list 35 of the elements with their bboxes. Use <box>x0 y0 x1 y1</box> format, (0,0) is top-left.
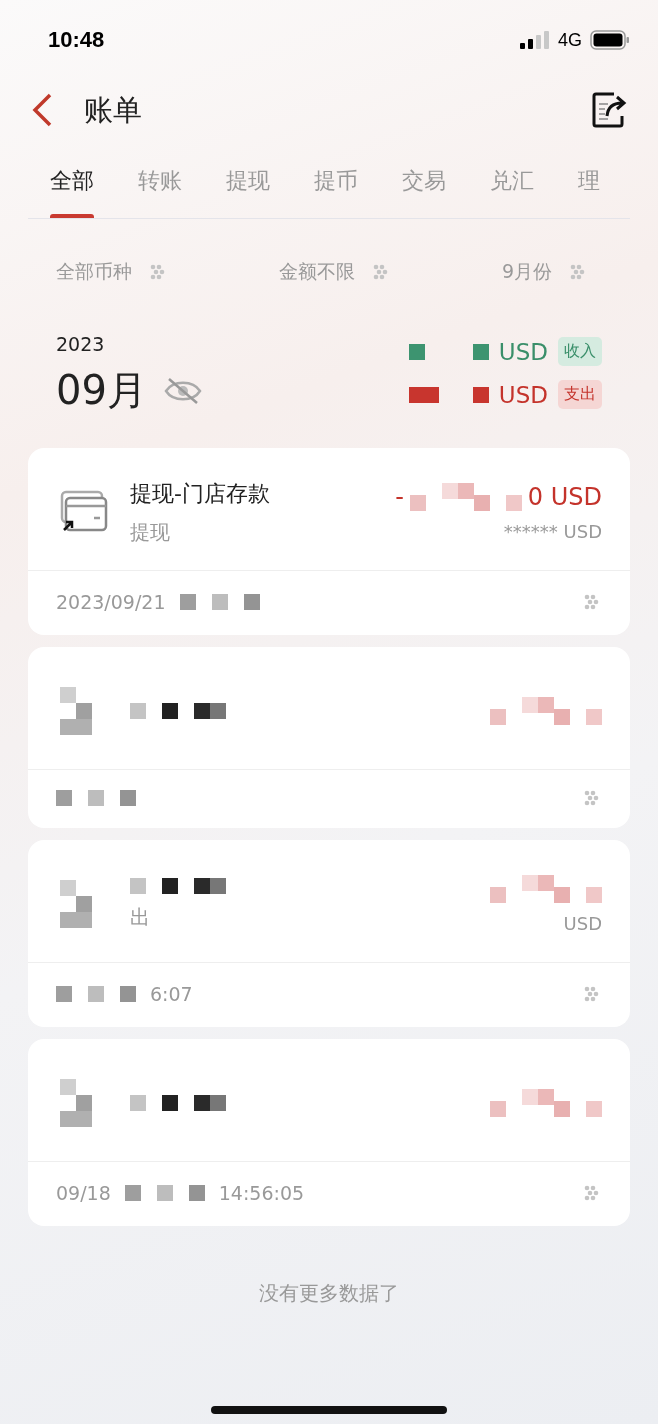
bill-time: 14:56:05 <box>218 1182 305 1204</box>
filter-label[interactable]: 金额不限 <box>278 259 355 285</box>
tab[interactable]: 提现 <box>226 152 270 218</box>
bill-title: 提现-门店存款 <box>130 479 271 508</box>
hidden-eye-icon[interactable] <box>162 376 203 405</box>
balance-amount: ****** USD <box>503 520 602 542</box>
month-label: 09月 <box>56 366 147 415</box>
bill-type: 提现 <box>130 518 171 546</box>
bill-time: 6:07 <box>150 983 193 1005</box>
year-label: 2023 <box>56 333 106 355</box>
tab[interactable]: 理 <box>578 152 600 218</box>
tab[interactable]: 转账 <box>138 152 182 218</box>
total-amount: USD <box>498 338 548 365</box>
network-label: 4G <box>558 29 582 51</box>
total-amount: USD <box>498 381 548 408</box>
amount-sign: - <box>395 482 404 511</box>
type-tag: 支出 <box>558 380 602 409</box>
bill-amount: 0 USD <box>527 482 602 511</box>
card-icon <box>60 490 108 534</box>
no-more-data-text: 没有更多数据了 <box>259 1281 399 1305</box>
battery-icon <box>590 30 630 50</box>
type-tag: 收入 <box>558 337 602 366</box>
tab[interactable]: 兑汇 <box>490 152 534 218</box>
tab[interactable]: 交易 <box>402 152 446 218</box>
bill-type: 出 <box>130 903 151 931</box>
tab[interactable]: 全部 <box>50 152 94 218</box>
filter-label[interactable]: 9月份 <box>501 259 552 285</box>
filter-label[interactable]: 全部币种 <box>56 259 132 285</box>
bill-date: 2023/09/21 <box>56 591 166 613</box>
signal-icon <box>520 31 550 49</box>
clock-time: 10:48 <box>48 27 105 53</box>
page-title: 账单 <box>84 92 143 129</box>
bill-date: 09/18 <box>56 1182 111 1204</box>
balance-amount: USD <box>563 912 602 934</box>
tab[interactable]: 提币 <box>314 152 358 218</box>
